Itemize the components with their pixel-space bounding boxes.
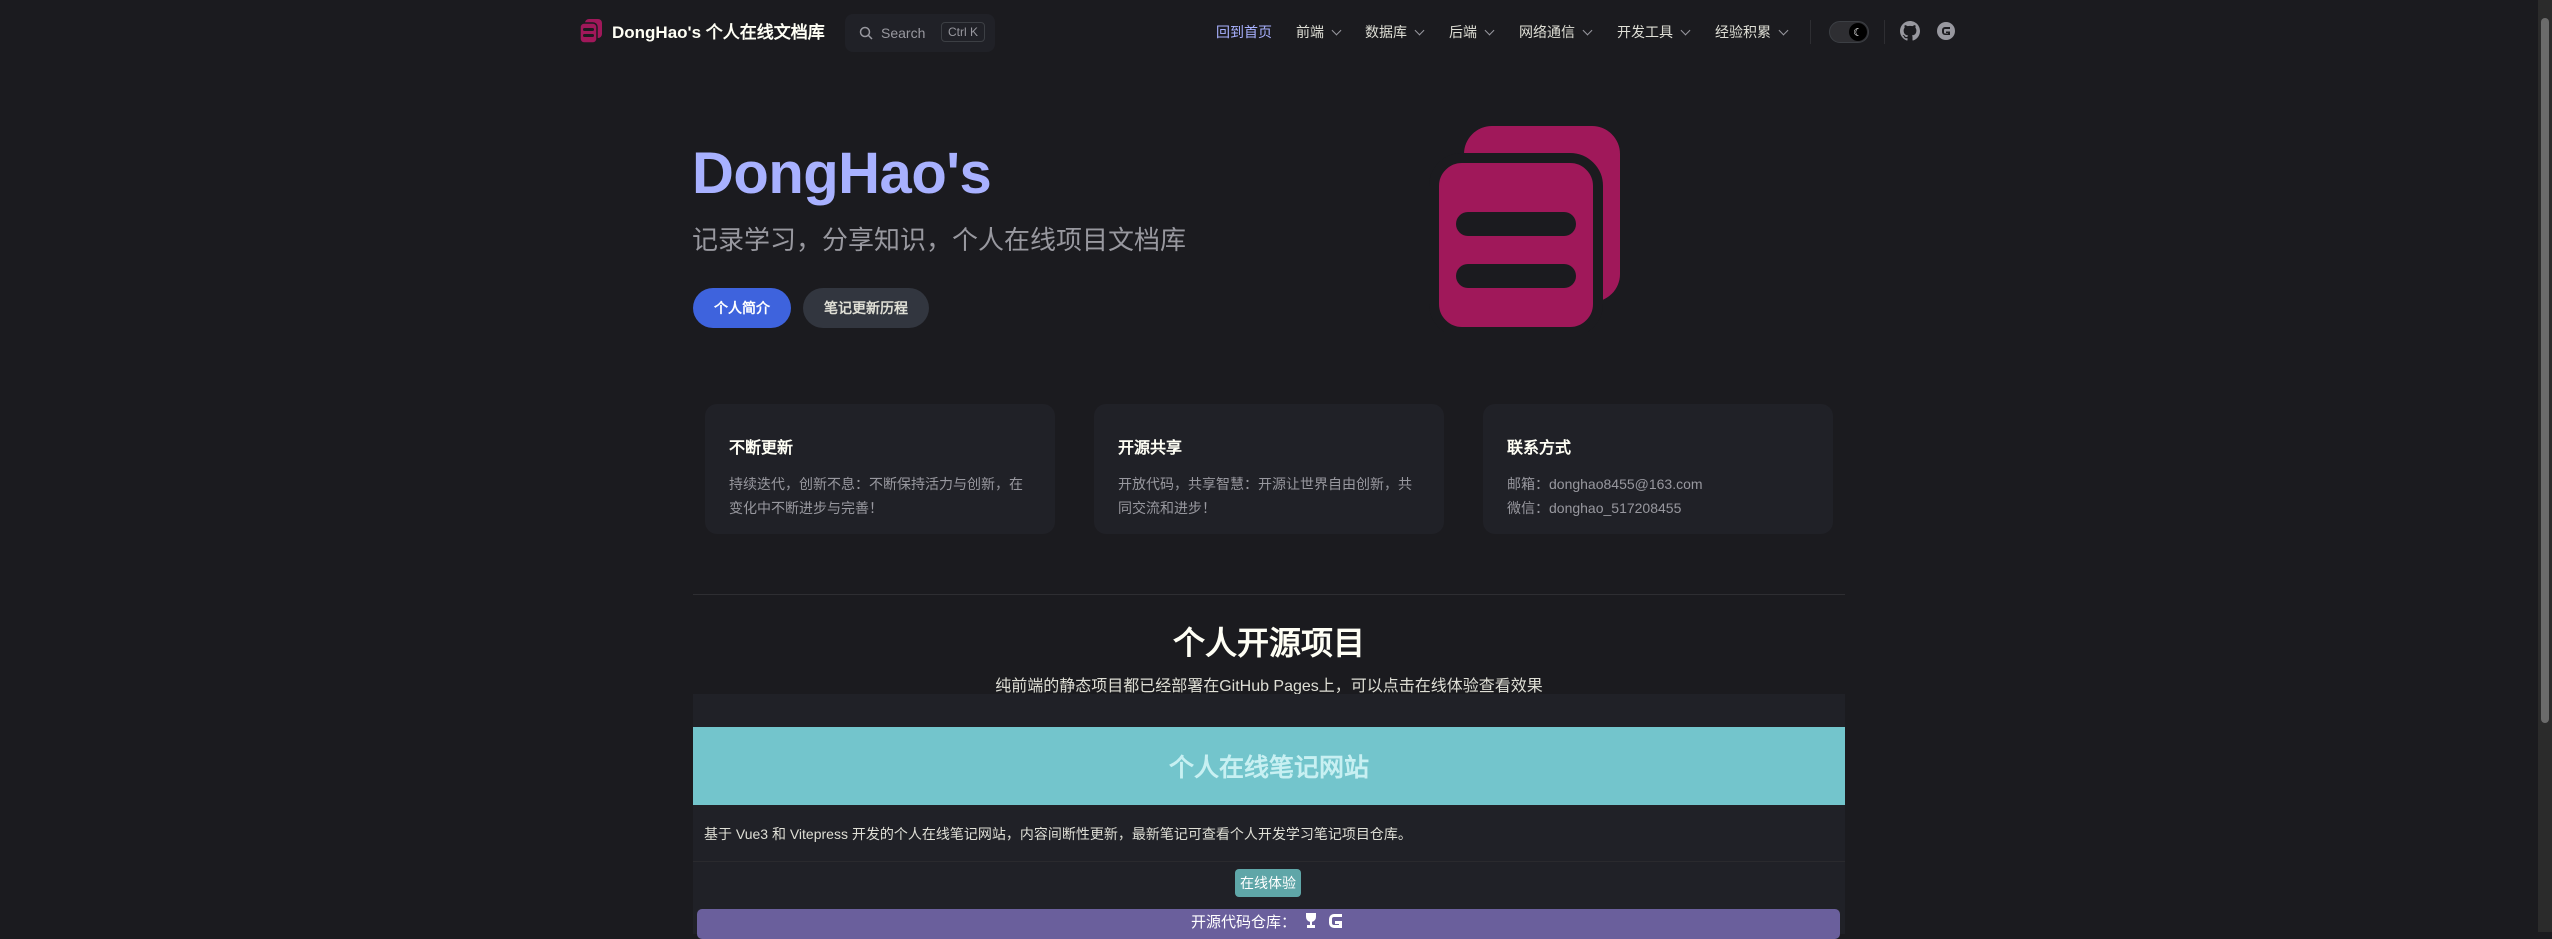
nav-item-network[interactable]: 网络通信 xyxy=(1519,22,1593,42)
trophy-icon[interactable] xyxy=(1302,911,1320,929)
hero-logo-image xyxy=(1429,126,1620,332)
chevron-down-icon xyxy=(1484,25,1495,35)
github-icon[interactable] xyxy=(1900,21,1920,41)
feature-details: 开放代码，共享智慧：开源让世界自由创新，共同交流和进步！ xyxy=(1118,476,1412,516)
contact-email: 邮箱：donghao8455@163.com 微信：donghao_5172084… xyxy=(1507,476,1703,516)
chevron-down-icon xyxy=(1778,25,1789,35)
brand-link[interactable]: DongHao's 个人在线文档库 xyxy=(580,18,825,43)
nav-item-database[interactable]: 数据库 xyxy=(1365,22,1425,42)
search-shortcut: Ctrl K xyxy=(941,22,985,42)
nav-divider xyxy=(1884,20,1885,44)
logo-icon xyxy=(580,18,602,43)
projects-subtitle: 纯前端的静态项目都已经部署在GitHub Pages上，可以点击在线体验查看效果 xyxy=(995,678,1543,695)
projects-title: 个人开源项目 xyxy=(1172,625,1365,661)
nav-item-backend[interactable]: 后端 xyxy=(1449,22,1495,42)
nav-item-devtools[interactable]: 开发工具 xyxy=(1617,22,1691,42)
top-nav: DongHao's 个人在线文档库 Search Ctrl K 回到首页 前端 … xyxy=(0,0,2538,64)
card-divider xyxy=(693,861,1845,862)
project-card-title: 个人在线笔记网站 xyxy=(693,727,1845,805)
theme-toggle[interactable]: ☾ xyxy=(1829,21,1869,43)
feature-card-opensource: 开源共享 开放代码，共享智慧：开源让世界自由创新，共同交流和进步！ xyxy=(1094,404,1444,534)
profile-button[interactable]: 个人简介 xyxy=(693,288,791,328)
gitee-icon[interactable] xyxy=(1936,21,1956,41)
hero-tagline: 记录学习，分享知识，个人在线项目文档库 xyxy=(692,225,1187,255)
chevron-down-icon xyxy=(1582,25,1593,35)
chevron-down-icon xyxy=(1414,25,1425,35)
nav-item-experience[interactable]: 经验积累 xyxy=(1715,22,1789,42)
repo-links-bar: 开源代码仓库： xyxy=(697,909,1840,939)
site-title: DongHao's 个人在线文档库 xyxy=(612,23,825,42)
feature-title: 不断更新 xyxy=(729,440,794,457)
chevron-down-icon xyxy=(1680,25,1691,35)
repo-label: 开源代码仓库： xyxy=(1190,914,1296,931)
search-label: Search xyxy=(881,25,926,41)
nav-item-home[interactable]: 回到首页 xyxy=(1216,22,1272,42)
gitee-icon[interactable] xyxy=(1326,911,1346,931)
changelog-button[interactable]: 笔记更新历程 xyxy=(803,288,929,328)
section-divider xyxy=(693,594,1845,595)
feature-title: 开源共享 xyxy=(1118,440,1183,457)
feature-card-contact: 联系方式 邮箱：donghao8455@163.com 微信：donghao_51… xyxy=(1483,404,1833,534)
live-demo-button[interactable]: 在线体验 xyxy=(1235,869,1301,897)
hero-name: DongHao's xyxy=(692,141,992,206)
project-description: 基于 Vue3 和 Vitepress 开发的个人在线笔记网站，内容间断性更新，… xyxy=(704,826,1412,842)
scrollbar-thumb[interactable] xyxy=(2541,18,2549,723)
nav-divider xyxy=(1810,20,1811,44)
feature-title: 联系方式 xyxy=(1507,440,1572,457)
search-button[interactable]: Search Ctrl K xyxy=(845,14,995,52)
moon-icon: ☾ xyxy=(1849,23,1867,41)
chevron-down-icon xyxy=(1331,25,1342,35)
feature-details: 持续迭代，创新不息：不断保持活力与创新，在变化中不断进步与完善！ xyxy=(729,476,1023,516)
nav-item-frontend[interactable]: 前端 xyxy=(1296,22,1342,42)
feature-card-updates: 不断更新 持续迭代，创新不息：不断保持活力与创新，在变化中不断进步与完善！ xyxy=(705,404,1055,534)
search-icon xyxy=(859,26,873,40)
